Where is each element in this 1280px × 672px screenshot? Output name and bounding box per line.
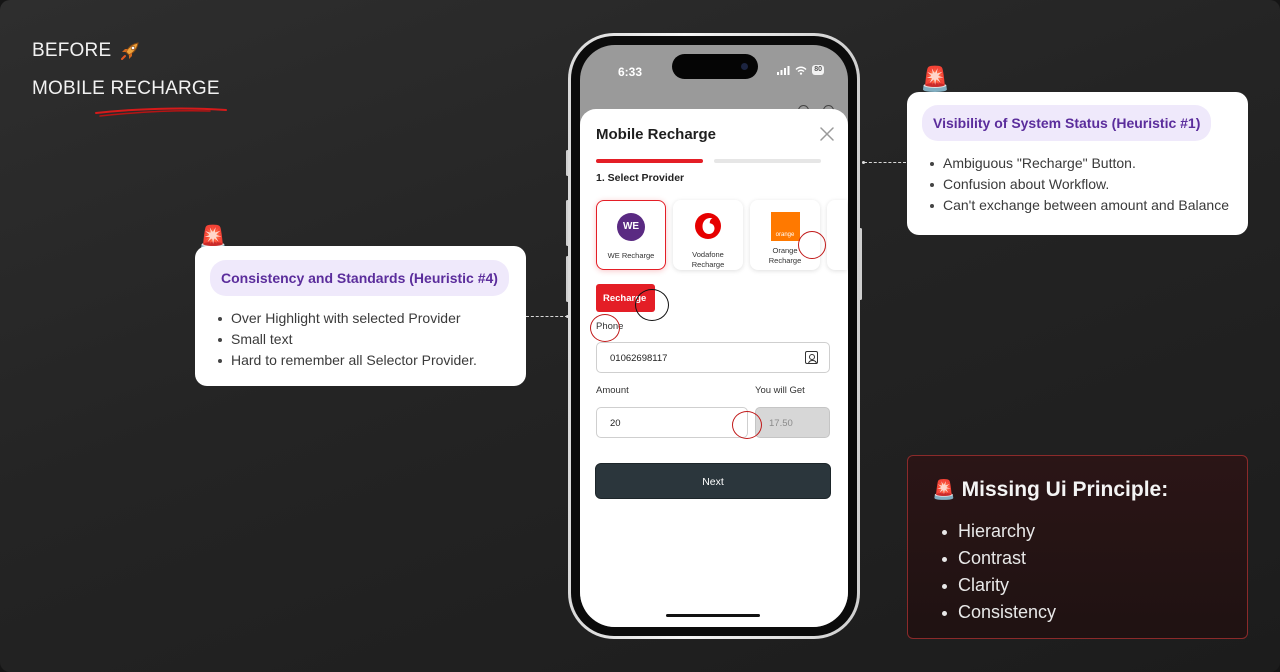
provider-label: WE Recharge: [607, 251, 655, 260]
phone-input-value: 01062698117: [610, 353, 668, 364]
you-will-get-field: 17.50: [755, 407, 830, 438]
callout-list: Ambiguous "Recharge" Button. Confusion a…: [922, 153, 1229, 216]
status-bar: 6:33 80: [580, 45, 848, 89]
we-logo-icon: WE: [617, 213, 645, 241]
list-item: Contrast: [938, 545, 1056, 572]
sheet-title: Mobile Recharge: [596, 126, 717, 143]
list-item: Ambiguous "Recharge" Button.: [922, 153, 1229, 174]
battery-icon: 80: [812, 65, 824, 75]
missing-heading: 🚨 Missing Ui Principle:: [932, 478, 1168, 502]
list-item: Small text: [210, 329, 509, 350]
list-item: Over Highlight with selected Provider: [210, 308, 509, 329]
provider-label: Vodafone Recharge: [673, 250, 743, 270]
missing-heading-text: Missing Ui Principle:: [961, 478, 1169, 501]
phone-mockup: 6:33 80 Mobile Recharge 1. Select Provid…: [568, 33, 860, 639]
dynamic-island: [672, 54, 758, 79]
list-item: Hierarchy: [938, 518, 1056, 545]
next-button[interactable]: Next: [595, 463, 831, 499]
missing-principle-box: 🚨 Missing Ui Principle: Hierarchy Contra…: [907, 455, 1248, 639]
annotation-circle: [798, 231, 826, 259]
vodafone-logo-icon: [695, 213, 721, 239]
list-item: Confusion about Workflow.: [922, 174, 1229, 195]
list-item: Clarity: [938, 572, 1056, 599]
siren-icon: 🚨: [932, 480, 956, 501]
phone-input[interactable]: 01062698117: [596, 342, 830, 373]
phone-bezel: 6:33 80 Mobile Recharge 1. Select Provid…: [571, 36, 857, 636]
step-label: 1. Select Provider: [596, 172, 685, 184]
orange-logo-icon: orange: [770, 212, 800, 241]
amount-label: Amount: [596, 385, 629, 396]
status-icons: 80: [777, 65, 824, 75]
before-text: BEFORE: [32, 40, 112, 61]
recharge-sheet: Mobile Recharge 1. Select Provider WE WE…: [580, 109, 848, 627]
amount-input-value: 20: [610, 418, 621, 429]
page-title: MOBILE RECHARGE: [32, 78, 220, 99]
home-indicator: [666, 614, 760, 617]
you-will-get-value: 17.50: [769, 418, 793, 429]
provider-card-partial[interactable]: [827, 200, 847, 270]
phone-screen: 6:33 80 Mobile Recharge 1. Select Provid…: [580, 45, 848, 627]
amount-input[interactable]: 20: [596, 407, 748, 438]
principle-list: Hierarchy Contrast Clarity Consistency: [938, 518, 1056, 626]
provider-card-we[interactable]: WE WE Recharge: [596, 200, 666, 270]
provider-card-vodafone[interactable]: Vodafone Recharge: [673, 200, 743, 270]
before-label: BEFORE: [32, 40, 141, 62]
callout-heading: Visibility of System Status (Heuristic #…: [922, 105, 1212, 141]
contact-icon[interactable]: [805, 351, 818, 364]
close-icon[interactable]: [818, 125, 836, 143]
list-item: Hard to remember all Selector Provider.: [210, 350, 509, 371]
connector-dot: [862, 161, 865, 164]
title-underline: [95, 107, 227, 117]
signal-icon: [777, 65, 790, 75]
provider-label-line: Recharge: [691, 260, 725, 269]
you-will-get-label: You will Get: [755, 385, 805, 396]
rocket-icon: [121, 42, 139, 60]
connector-line: [864, 162, 906, 163]
list-item: Consistency: [938, 599, 1056, 626]
callout-consistency: Consistency and Standards (Heuristic #4)…: [195, 246, 526, 386]
connector-line: [526, 316, 568, 317]
callout-list: Over Highlight with selected Provider Sm…: [210, 308, 509, 371]
provider-label-line: Vodafone: [692, 250, 724, 259]
callout-visibility: Visibility of System Status (Heuristic #…: [907, 92, 1248, 235]
progress-step-active: [596, 159, 703, 163]
siren-icon: 🚨: [920, 66, 950, 93]
annotation-circle: [590, 314, 620, 342]
presentation-canvas: BEFORE MOBILE RECHARGE 🚨 Visibility of S…: [0, 0, 1280, 672]
wifi-icon: [795, 66, 807, 75]
status-time: 6:33: [618, 65, 643, 79]
annotation-circle: [732, 411, 762, 439]
callout-heading: Consistency and Standards (Heuristic #4): [210, 260, 509, 296]
list-item: Can't exchange between amount and Balanc…: [922, 195, 1229, 216]
progress-step-inactive: [714, 159, 821, 163]
annotation-circle: [635, 289, 669, 321]
